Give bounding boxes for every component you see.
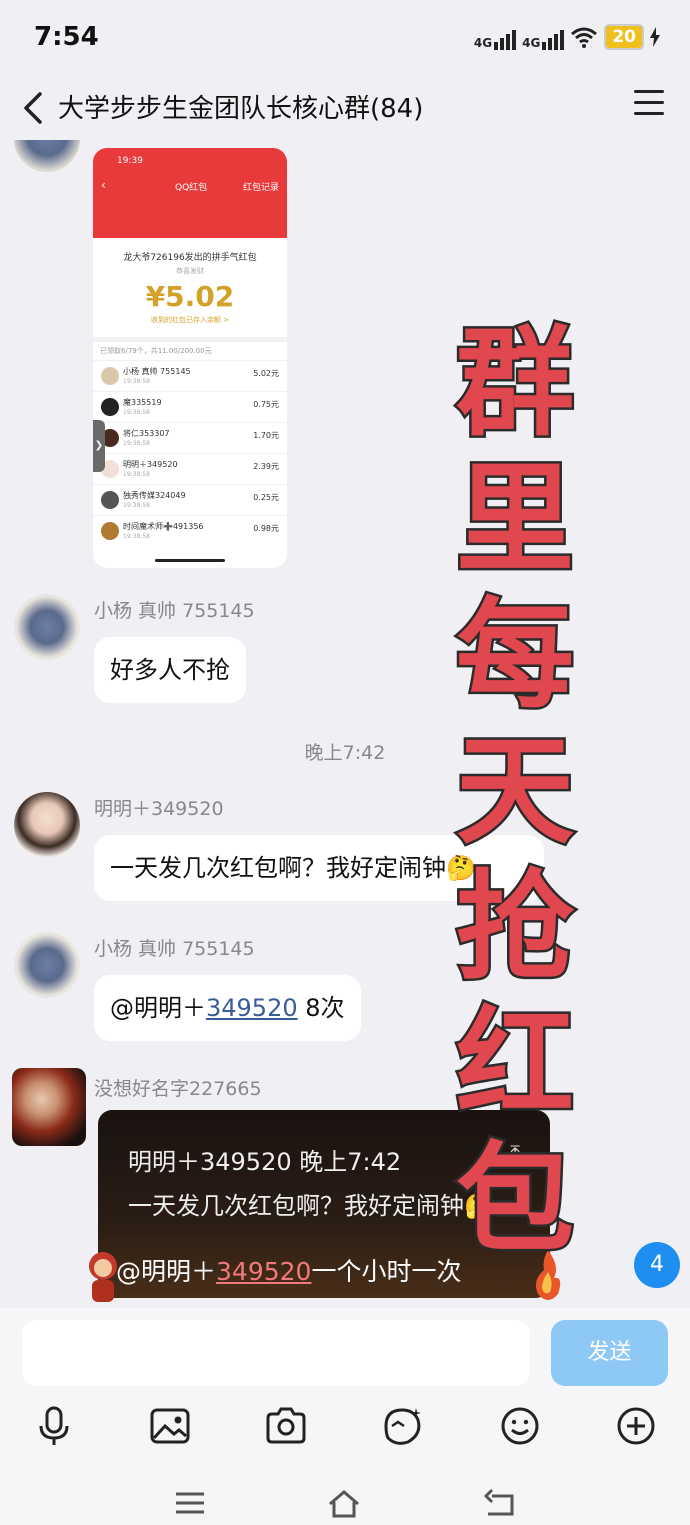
list-item: 时间魔术师➕491356 19:38:58 0.98元 xyxy=(93,515,287,546)
quoted-text: 一天发几次红包啊？我好定闹钟🤔 xyxy=(128,1192,494,1220)
list-item: 小杨 真帅 755145 19:38:59 5.02元 xyxy=(93,360,287,391)
mention-link[interactable]: 349520 xyxy=(216,1257,311,1286)
screenshot-meta: 已领取6/79个，共11.00/200.00元 xyxy=(93,337,287,360)
quoted-header: 明明＋349520 晚上7:42 xyxy=(128,1148,402,1176)
status-bar: 7:54 4G 4G 20 xyxy=(0,0,690,76)
signal-icon: 4G xyxy=(522,24,565,50)
chat-title: 大学步步生金团队长核心群(84) xyxy=(58,94,424,124)
message-list[interactable]: 19:39 ‹ QQ红包 红包记录 龙大爷726196发出的拼手气红包 恭喜发财… xyxy=(0,140,690,1308)
sender-name: 小杨 真帅 755145 xyxy=(94,938,255,960)
message-bubble[interactable]: 好多人不抢 xyxy=(94,637,246,703)
chevron-right-icon: ❯ xyxy=(93,420,105,472)
wifi-icon xyxy=(571,27,598,48)
unread-count-badge[interactable]: 4 xyxy=(634,1242,680,1288)
time-separator: 晚上7:42 xyxy=(304,742,386,764)
overlay-char: 抢 xyxy=(453,857,576,998)
screenshot-amount: ¥5.02 xyxy=(145,280,235,313)
recent-apps-icon[interactable] xyxy=(172,1488,208,1518)
camera-icon[interactable] xyxy=(264,1404,308,1448)
image-message[interactable]: 19:39 ‹ QQ红包 红包记录 龙大爷726196发出的拼手气红包 恭喜发财… xyxy=(93,148,287,568)
charging-icon xyxy=(650,27,660,47)
avatar[interactable] xyxy=(12,1068,86,1146)
overlay-char: 每 xyxy=(453,585,576,726)
avatar[interactable] xyxy=(14,140,80,172)
sender-name: 小杨 真帅 755145 xyxy=(94,600,255,622)
sender-name: 没想好名字227665 xyxy=(94,1078,262,1100)
avatar[interactable] xyxy=(14,792,80,858)
list-item: 将仁353307 19:38:58 1.70元 xyxy=(93,422,287,453)
overlay-char: 群 xyxy=(453,313,576,454)
send-button[interactable]: 发送 xyxy=(551,1320,668,1386)
reply-text: @明明＋349520一个小时一次 xyxy=(116,1257,462,1286)
message-bubble[interactable]: @明明＋349520 8次 xyxy=(94,975,361,1041)
bubble-decoration-icon xyxy=(89,1252,117,1302)
screenshot-title: 龙大爷726196发出的拼手气红包 xyxy=(123,253,257,263)
overlay-char: 包 xyxy=(453,1129,576,1270)
plus-icon[interactable] xyxy=(614,1404,658,1448)
sticker-icon[interactable] xyxy=(380,1404,424,1448)
home-icon[interactable] xyxy=(326,1488,362,1518)
screenshot-subtitle: 恭喜发财 xyxy=(176,267,204,275)
avatar[interactable] xyxy=(14,932,80,998)
avatar[interactable] xyxy=(14,594,80,660)
signal-icon: 4G xyxy=(474,24,517,50)
sender-name: 明明＋349520 xyxy=(94,798,224,820)
message-input[interactable] xyxy=(22,1320,530,1386)
overlay-char: 红 xyxy=(453,993,576,1134)
list-item: 独秀传媒324049 19:38:58 0.25元 xyxy=(93,484,287,515)
mention-link[interactable]: 349520 xyxy=(206,994,298,1022)
battery-indicator: 20 xyxy=(604,24,644,50)
toolbar xyxy=(0,1404,690,1454)
screenshot-note: 收到的红包已存入余额 > xyxy=(150,316,230,324)
back-icon[interactable] xyxy=(482,1488,518,1518)
screenshot-header: 19:39 ‹ QQ红包 红包记录 xyxy=(93,148,287,238)
back-arrow-icon[interactable] xyxy=(14,86,54,130)
status-time: 7:54 xyxy=(34,22,99,52)
microphone-icon[interactable] xyxy=(32,1404,76,1448)
input-area: 发送 xyxy=(0,1308,690,1525)
list-item: 明明＋349520 19:38:58 2.39元 xyxy=(93,453,287,484)
image-icon[interactable] xyxy=(148,1404,192,1448)
overlay-char: 天 xyxy=(453,721,576,862)
overlay-char: 里 xyxy=(453,449,576,590)
system-nav-bar xyxy=(0,1488,690,1525)
status-icons: 4G 4G 20 xyxy=(474,24,660,50)
overlay-caption: 群 里 每 天 抢 红 包 xyxy=(453,313,576,1270)
message-text: 8次 xyxy=(297,994,345,1022)
emoji-icon[interactable] xyxy=(498,1404,542,1448)
chat-header: 大学步步生金团队长核心群(84) xyxy=(0,76,690,140)
menu-icon[interactable] xyxy=(634,90,664,116)
home-indicator xyxy=(155,559,225,562)
mention: @明明＋ xyxy=(110,994,206,1022)
list-item: 魔335519 19:38:58 0.75元 xyxy=(93,391,287,422)
